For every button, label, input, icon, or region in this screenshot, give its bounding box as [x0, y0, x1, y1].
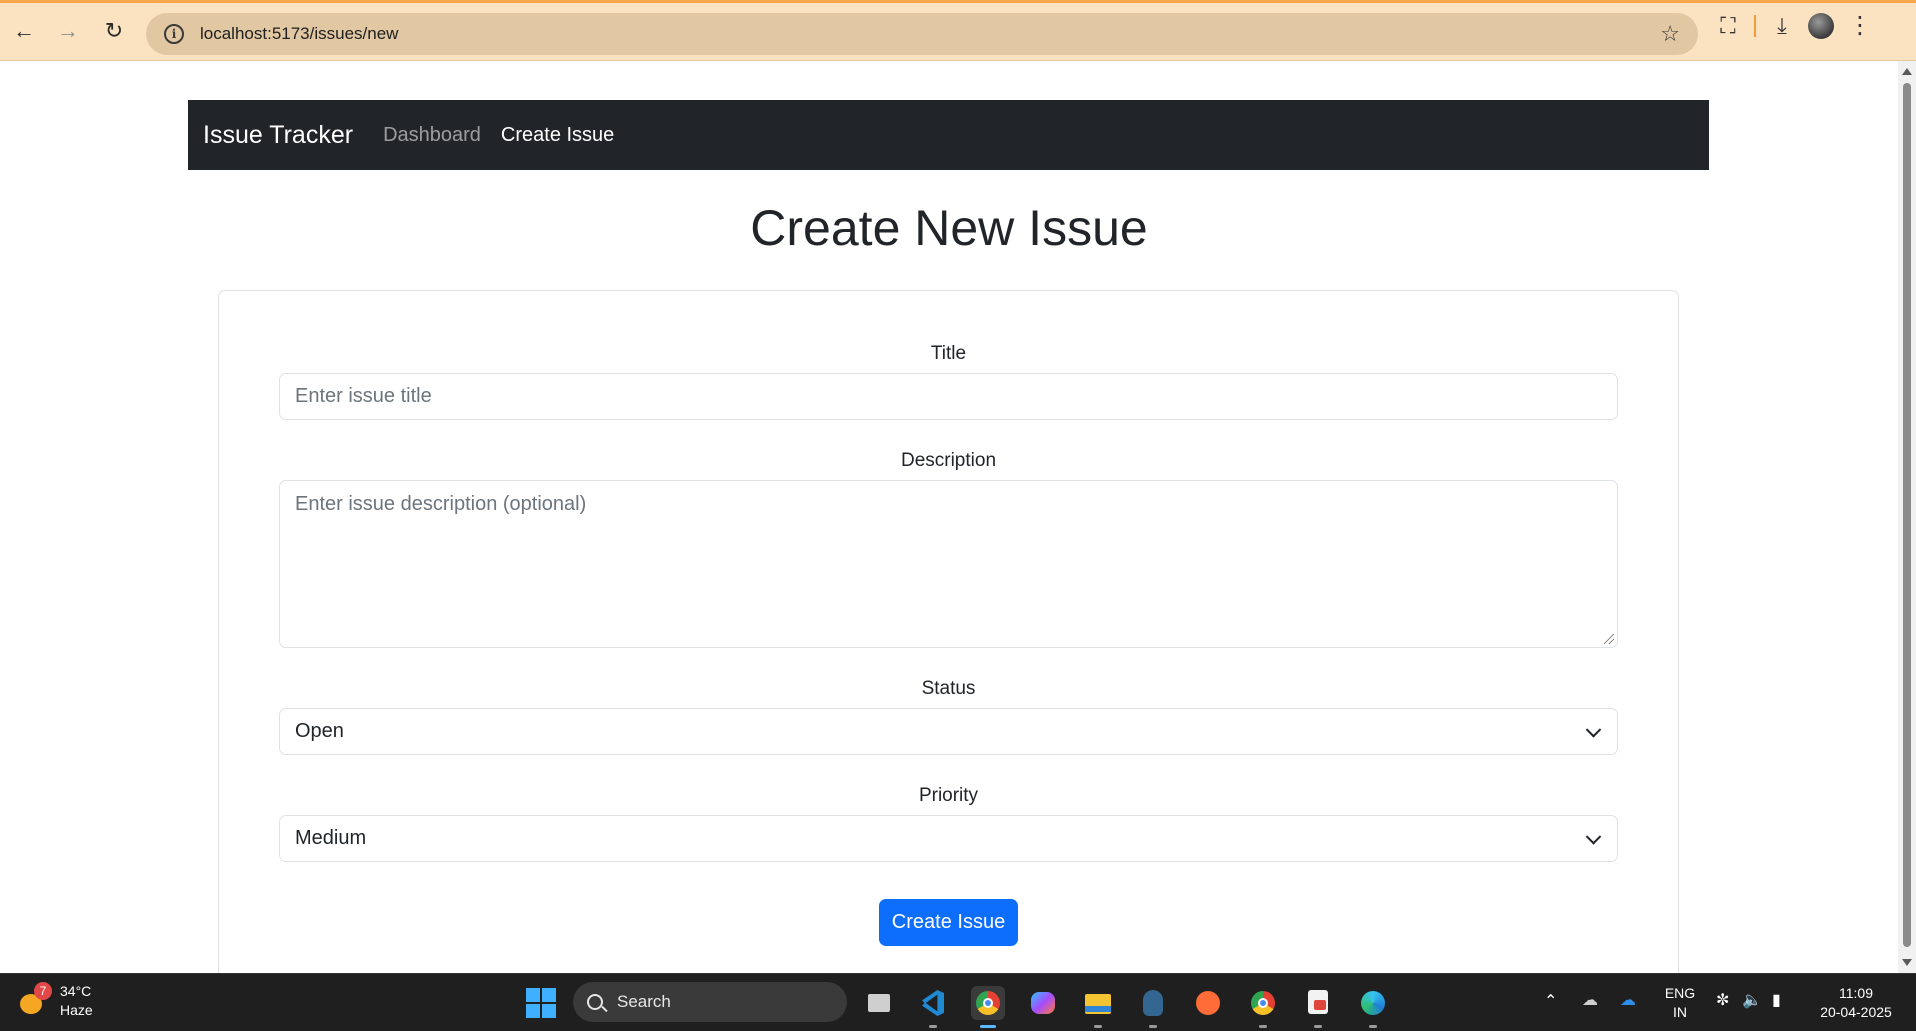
status-label: Status — [921, 678, 976, 699]
start-icon[interactable] — [526, 988, 556, 1018]
page-title: Create New Issue — [750, 200, 1148, 256]
issue-form-card: Title Enter issue title Description Ente… — [218, 290, 1679, 973]
scroll-up-icon[interactable] — [1902, 68, 1912, 75]
back-icon[interactable]: ← — [6, 13, 42, 49]
edge-icon[interactable] — [1356, 986, 1390, 1028]
extensions-icon[interactable]: ⛶ — [1716, 13, 1740, 39]
chevron-down-icon — [1585, 828, 1602, 845]
weather-badge: 7 — [34, 982, 52, 1000]
weather-icon: 7 — [18, 982, 52, 1014]
title-label: Title — [930, 343, 967, 364]
chrome-profile-icon[interactable] — [1246, 986, 1280, 1028]
status-select[interactable]: Open — [279, 708, 1618, 755]
region-code: IN — [1673, 1004, 1687, 1020]
address-bar[interactable]: i localhost:5173/issues/new ☆ — [146, 13, 1698, 55]
priority-label: Priority — [918, 785, 979, 806]
toolbar-divider — [1754, 15, 1756, 37]
snipping-tool-icon[interactable] — [1301, 986, 1335, 1028]
resize-handle-icon[interactable] — [1604, 634, 1614, 644]
onedrive-icon[interactable]: ☁ — [1620, 990, 1636, 1010]
chrome-icon[interactable] — [971, 986, 1005, 1028]
scrollbar-thumb[interactable] — [1903, 83, 1911, 947]
weather-widget[interactable]: 7 34°C Haze — [18, 982, 93, 1020]
weather-description: Haze — [60, 1002, 93, 1018]
description-label: Description — [900, 450, 997, 471]
battery-icon[interactable]: ▮ — [1772, 990, 1781, 1010]
nav-link-dashboard[interactable]: Dashboard — [383, 124, 481, 147]
volume-icon[interactable]: 🔈 — [1742, 990, 1762, 1010]
language-code: ENG — [1664, 985, 1696, 1001]
chevron-down-icon — [1585, 721, 1602, 738]
page-viewport: Issue Tracker Dashboard Create Issue Cre… — [0, 61, 1898, 973]
scroll-down-icon[interactable] — [1902, 959, 1912, 966]
browser-toolbar: ← → ↻ i localhost:5173/issues/new ☆ ⛶ ⤓ … — [0, 0, 1916, 61]
clock-date: 20-04-2025 — [1820, 1004, 1892, 1020]
search-icon — [587, 994, 603, 1010]
vscode-icon[interactable] — [916, 986, 950, 1028]
taskbar-search[interactable]: Search — [573, 982, 847, 1022]
app-navbar: Issue Tracker Dashboard Create Issue — [188, 100, 1709, 170]
wifi-icon[interactable]: ✼ — [1716, 990, 1729, 1010]
taskbar-search-label: Search — [617, 992, 671, 1011]
postman-icon[interactable] — [1191, 986, 1225, 1020]
weather-temperature: 34°C — [60, 983, 92, 999]
reload-icon[interactable]: ↻ — [96, 13, 132, 49]
pgadmin-icon[interactable] — [1136, 986, 1170, 1028]
browser-actions: ⛶ ⤓ ⋮ — [1716, 13, 1872, 39]
description-placeholder: Enter issue description (optional) — [295, 493, 587, 515]
address-url[interactable]: localhost:5173/issues/new — [200, 24, 398, 44]
clock-time: 11:09 — [1839, 985, 1873, 1001]
create-issue-button[interactable]: Create Issue — [879, 899, 1018, 946]
profile-avatar[interactable] — [1808, 13, 1834, 39]
page-scrollbar[interactable] — [1898, 61, 1916, 973]
title-input[interactable]: Enter issue title — [279, 373, 1618, 420]
forward-icon[interactable]: → — [50, 13, 86, 49]
nav-link-create-issue[interactable]: Create Issue — [501, 124, 614, 147]
priority-select[interactable]: Medium — [279, 815, 1618, 862]
copilot-icon[interactable] — [1026, 986, 1060, 1020]
file-explorer-icon[interactable] — [1081, 986, 1115, 1028]
clock[interactable]: 11:09 20-04-2025 — [1808, 984, 1904, 1022]
status-selected-value: Open — [295, 720, 344, 742]
site-info-icon[interactable]: i — [164, 24, 184, 44]
priority-selected-value: Medium — [295, 827, 367, 849]
title-placeholder: Enter issue title — [295, 385, 432, 407]
taskbar: 7 34°C Haze Search ⌃ ☁ ☁ ENG IN ✼ 🔈 ▮ 11… — [0, 973, 1916, 1031]
menu-kebab-icon[interactable]: ⋮ — [1848, 14, 1872, 38]
navbar-brand[interactable]: Issue Tracker — [203, 121, 353, 150]
bookmark-star-icon[interactable]: ☆ — [1660, 21, 1680, 47]
description-textarea[interactable]: Enter issue description (optional) — [279, 480, 1618, 648]
download-icon[interactable]: ⤓ — [1770, 13, 1794, 39]
language-indicator[interactable]: ENG IN — [1660, 984, 1700, 1022]
tray-chevron-up-icon[interactable]: ⌃ — [1544, 991, 1557, 1011]
cloud-sync-error-icon[interactable]: ☁ — [1582, 990, 1598, 1010]
task-view-icon[interactable] — [862, 986, 896, 1020]
